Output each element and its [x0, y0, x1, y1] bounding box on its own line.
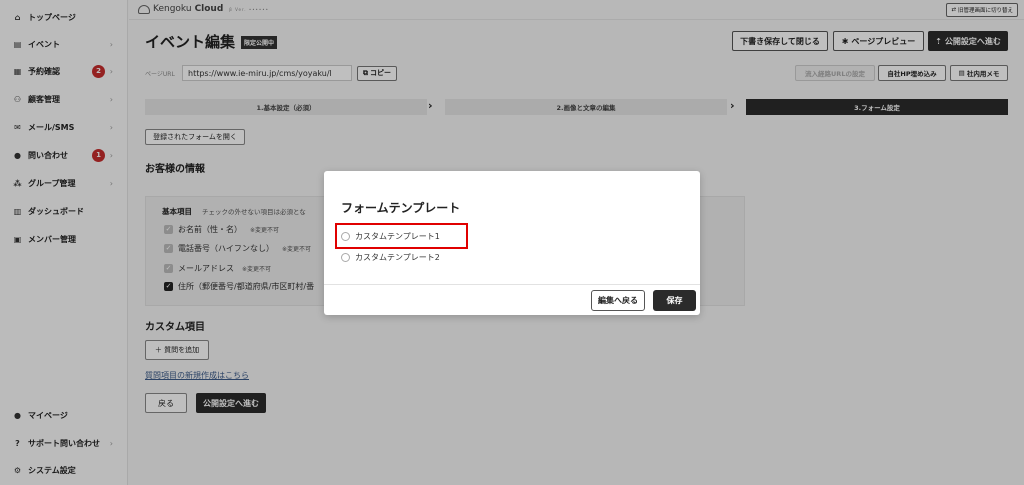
- option-label: カスタムテンプレート1: [355, 231, 440, 241]
- radio-button[interactable]: [341, 252, 350, 262]
- template-option-2[interactable]: カスタムテンプレート2: [341, 250, 440, 264]
- template-option-1[interactable]: カスタムテンプレート1: [341, 229, 440, 243]
- modal-divider: [324, 284, 700, 285]
- form-template-modal: フォームテンプレート カスタムテンプレート1 カスタムテンプレート2 編集へ戻る…: [324, 171, 700, 315]
- save-button[interactable]: 保存: [653, 290, 696, 311]
- modal-title: フォームテンプレート: [341, 201, 461, 215]
- back-to-edit-button[interactable]: 編集へ戻る: [591, 290, 645, 311]
- radio-button[interactable]: [341, 231, 350, 241]
- option-label: カスタムテンプレート2: [355, 252, 440, 262]
